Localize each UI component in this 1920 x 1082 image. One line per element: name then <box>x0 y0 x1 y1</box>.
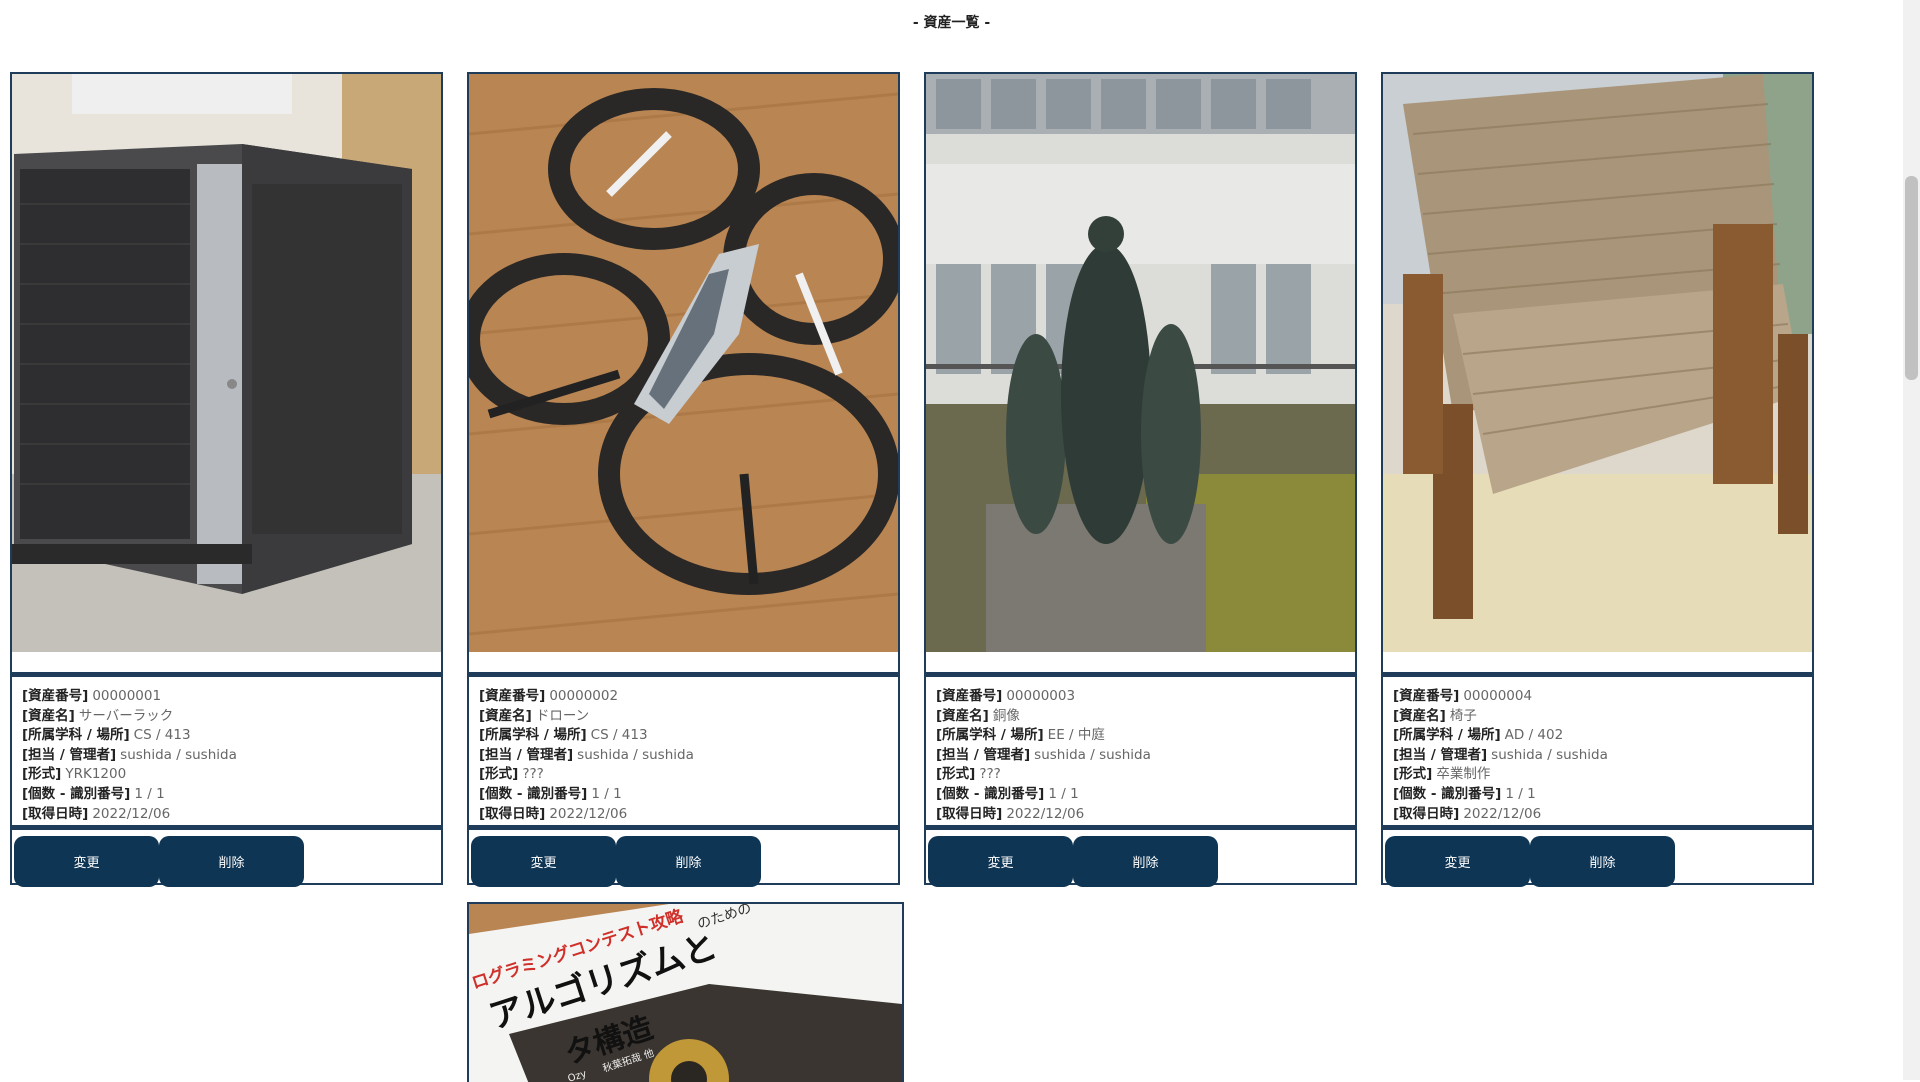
divider <box>926 672 1355 677</box>
manager-value: sushida / sushida <box>1034 746 1151 763</box>
card-actions: 変更 削除 <box>928 836 1218 887</box>
manager-label: [担当 / 管理者] <box>22 746 117 763</box>
type-value: ??? <box>522 766 544 783</box>
divider <box>926 825 1355 830</box>
count-label: [個数 - 識別番号] <box>1393 785 1502 802</box>
divider <box>12 825 441 830</box>
delete-button[interactable]: 削除 <box>616 836 761 887</box>
asset-name-value: 銅像 <box>992 707 1020 724</box>
type-label: [形式] <box>22 766 62 783</box>
manager-value: sushida / sushida <box>577 746 694 763</box>
type-value: 卒業制作 <box>1436 766 1491 783</box>
asset-no-label: [資産番号] <box>936 688 1003 704</box>
page-title: - 資産一覧 - <box>912 15 991 31</box>
asset-no-label: [資産番号] <box>479 688 546 704</box>
asset-card: [資産番号] 00000002 [資産名] ドローン [所属学科 / 場所] CS /… <box>467 72 900 887</box>
book-photo: ログラミングコンテスト攻略 のための アルゴリズムと タ構造 Ozy 秋葉拓哉 … <box>469 904 902 1082</box>
asset-no-value: 00000002 <box>549 688 619 704</box>
drone-photo <box>469 74 898 652</box>
asset-info: [資産番号] 00000002 [資産名] ドローン [所属学科 / 場所] CS /… <box>479 687 889 824</box>
asset-card: ログラミングコンテスト攻略 のための アルゴリズムと タ構造 Ozy 秋葉拓哉 … <box>467 902 904 1082</box>
asset-name-value: 椅子 <box>1449 707 1477 724</box>
acquired-value: 2022/12/06 <box>549 805 628 822</box>
manager-label: [担当 / 管理者] <box>1393 746 1488 763</box>
scrollbar-thumb[interactable] <box>1905 176 1918 380</box>
asset-info: [資産番号] 00000003 [資産名] 銅像 [所属学科 / 場所] EE / 中… <box>936 687 1346 824</box>
statue-photo <box>926 74 1355 652</box>
location-label: [所属学科 / 場所] <box>1393 727 1501 744</box>
divider <box>1383 825 1812 830</box>
count-label: [個数 - 識別番号] <box>479 785 588 802</box>
location-label: [所属学科 / 場所] <box>479 727 587 744</box>
asset-name-value: ドローン <box>535 707 590 724</box>
asset-card: [資産番号] 00000004 [資産名] 椅子 [所属学科 / 場所] AD / 4… <box>1381 72 1814 887</box>
asset-no-value: 00000003 <box>1006 688 1076 704</box>
asset-name-value: サーバーラック <box>78 707 174 724</box>
location-label: [所属学科 / 場所] <box>936 727 1044 744</box>
asset-card: [資産番号] 00000001 [資産名] サーバーラック [所属学科 / 場所] C… <box>10 72 443 887</box>
asset-no-label: [資産番号] <box>22 688 89 704</box>
type-label: [形式] <box>1393 766 1433 783</box>
count-value: 1 / 1 <box>1505 785 1536 802</box>
acquired-label: [取得日時] <box>479 805 546 822</box>
type-label: [形式] <box>479 766 519 783</box>
manager-value: sushida / sushida <box>1491 746 1608 763</box>
location-value: CS / 413 <box>590 727 648 744</box>
acquired-label: [取得日時] <box>22 805 89 822</box>
acquired-value: 2022/12/06 <box>1006 805 1085 822</box>
edit-button[interactable]: 変更 <box>1385 836 1530 887</box>
asset-info: [資産番号] 00000004 [資産名] 椅子 [所属学科 / 場所] AD / 4… <box>1393 687 1803 824</box>
delete-button[interactable]: 削除 <box>1530 836 1675 887</box>
type-value: ??? <box>979 766 1001 783</box>
asset-name-label: [資産名] <box>22 707 75 724</box>
divider <box>469 825 898 830</box>
edit-button[interactable]: 変更 <box>928 836 1073 887</box>
card-actions: 変更 削除 <box>1385 836 1675 887</box>
divider <box>1383 672 1812 677</box>
asset-card: [資産番号] 00000003 [資産名] 銅像 [所属学科 / 場所] EE / 中… <box>924 72 1357 887</box>
acquired-value: 2022/12/06 <box>1463 805 1542 822</box>
asset-no-label: [資産番号] <box>1393 688 1460 704</box>
type-value: YRK1200 <box>65 766 127 783</box>
location-value: AD / 402 <box>1504 727 1564 744</box>
location-label: [所属学科 / 場所] <box>22 727 130 744</box>
acquired-label: [取得日時] <box>1393 805 1460 822</box>
vertical-scrollbar[interactable] <box>1903 0 1920 1080</box>
acquired-value: 2022/12/06 <box>92 805 171 822</box>
count-value: 1 / 1 <box>134 785 165 802</box>
edit-button[interactable]: 変更 <box>471 836 616 887</box>
asset-name-label: [資産名] <box>936 707 989 724</box>
card-actions: 変更 削除 <box>14 836 304 887</box>
asset-no-value: 00000001 <box>92 688 162 704</box>
manager-label: [担当 / 管理者] <box>936 746 1031 763</box>
divider <box>12 672 441 677</box>
type-label: [形式] <box>936 766 976 783</box>
count-label: [個数 - 識別番号] <box>22 785 131 802</box>
asset-no-value: 00000004 <box>1463 688 1533 704</box>
manager-value: sushida / sushida <box>120 746 237 763</box>
delete-button[interactable]: 削除 <box>1073 836 1218 887</box>
server-rack-photo <box>12 74 441 652</box>
divider <box>469 672 898 677</box>
count-value: 1 / 1 <box>1048 785 1079 802</box>
manager-label: [担当 / 管理者] <box>479 746 574 763</box>
count-value: 1 / 1 <box>591 785 622 802</box>
edit-button[interactable]: 変更 <box>14 836 159 887</box>
asset-name-label: [資産名] <box>479 707 532 724</box>
chair-photo <box>1383 74 1812 652</box>
acquired-label: [取得日時] <box>936 805 1003 822</box>
location-value: CS / 413 <box>133 727 191 744</box>
asset-name-label: [資産名] <box>1393 707 1446 724</box>
card-actions: 変更 削除 <box>471 836 761 887</box>
count-label: [個数 - 識別番号] <box>936 785 1045 802</box>
location-value: EE / 中庭 <box>1047 727 1105 744</box>
asset-info: [資産番号] 00000001 [資産名] サーバーラック [所属学科 / 場所] C… <box>22 687 432 824</box>
delete-button[interactable]: 削除 <box>159 836 304 887</box>
